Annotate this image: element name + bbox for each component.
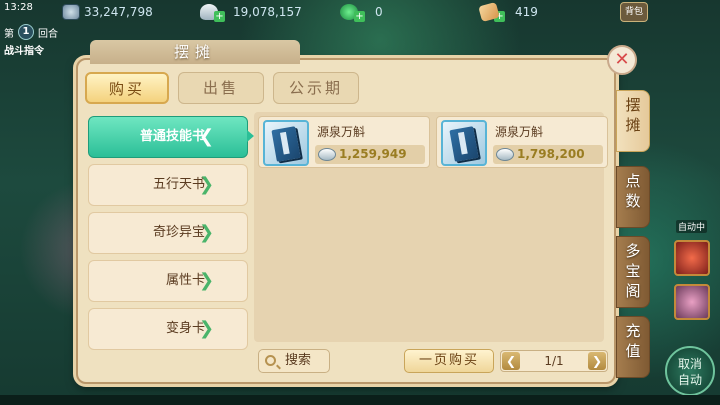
side-tab-points[interactable]: 点 数 [616,166,650,228]
bottom-bar [0,395,720,405]
search-icon [265,355,276,366]
cancel-auto-button[interactable]: 取消 自动 [665,346,715,396]
item-name: 源泉万斛 [495,125,544,139]
auto-skill-slot-2[interactable] [674,284,710,320]
cancel-auto-line1: 取消 [677,357,702,371]
item-name: 源泉万斛 [317,125,366,139]
item-card[interactable]: 源泉万斛 1,259,949 [258,116,430,168]
chevron-right-icon: ❯ [199,222,215,243]
category-rare-treasures[interactable]: 奇珍异宝 ❯ [88,212,248,254]
item-price: 1,259,949 [339,147,407,161]
silver-amount: 19,078,157 [233,5,302,19]
price-bar: 1,798,200 [493,145,603,164]
category-label: 奇珍异宝 [152,225,205,240]
chevron-right-icon: ❯ [199,270,215,291]
bag-button-label: 背包 [624,7,643,17]
jade-resource[interactable]: + 0 [340,3,383,22]
category-skill-books[interactable]: 普通技能书 ❮ [88,116,248,158]
auto-status-label: 自动中 [676,220,708,233]
cancel-auto-line2: 自动 [677,373,702,387]
prev-page-button[interactable]: ❮ [502,352,520,370]
round-suffix: 回合 [38,28,58,40]
tab-buy[interactable]: 购买 [85,72,169,104]
ticket-resource[interactable]: + 419 [478,1,538,23]
next-page-button[interactable]: ❯ [588,352,606,370]
pagination: ❮ 1/1 ❯ [500,350,608,372]
status-bar: 13:28 33,247,798 + 19,078,157 + 0 + 419 … [0,0,720,24]
bag-button[interactable]: 背包 [620,2,648,22]
item-card[interactable]: 源泉万斛 1,798,200 [436,116,608,168]
tab-sell[interactable]: 出售 [178,72,264,104]
category-label: 五行天书 [152,177,205,192]
price-bar: 1,259,949 [315,145,425,164]
chevron-right-icon: ❯ [199,318,215,339]
buy-page-button[interactable]: 一页购买 [404,349,494,373]
category-transform-cards[interactable]: 变身卡 ❯ [88,308,248,350]
close-button[interactable]: ✕ [607,45,637,75]
category-attribute-cards[interactable]: 属性卡 ❯ [88,260,248,302]
add-silver-icon[interactable]: + [214,10,225,22]
clock: 13:28 [4,2,33,13]
silver-icon [318,148,336,161]
coin-amount: 33,247,798 [84,5,153,19]
item-price: 1,798,200 [517,147,585,161]
silver-resource[interactable]: + 19,078,157 [200,3,302,22]
round-number: 1 [18,24,34,40]
chevron-left-icon: ❮ [199,126,215,147]
side-tab-stall[interactable]: 摆 摊 [616,90,650,152]
ticket-amount: 419 [515,5,538,19]
coin-icon [62,4,80,20]
add-jade-icon[interactable]: + [354,10,365,22]
side-tab-treasure-pavilion[interactable]: 多 宝 阁 [616,236,650,308]
silver-icon [496,148,514,161]
category-five-elements[interactable]: 五行天书 ❯ [88,164,248,206]
battle-command-label[interactable]: 战斗指令 [4,42,44,57]
auto-skill-slot-1[interactable] [674,240,710,276]
chevron-right-icon: ❯ [199,174,215,195]
selection-pointer-icon [247,130,254,142]
category-label: 普通技能书 [139,129,205,144]
side-tab-recharge[interactable]: 充 值 [616,316,650,378]
jade-amount: 0 [375,5,383,19]
search-label: 搜索 [285,353,312,368]
skill-book-icon [263,120,309,166]
round-indicator: 第 1 回合 [4,24,58,40]
skill-book-icon [441,120,487,166]
coin-resource: 33,247,798 [62,3,153,21]
tab-notice-period[interactable]: 公示期 [273,72,359,104]
page-indicator: 1/1 [544,354,564,368]
search-button[interactable]: 搜索 [258,349,330,373]
category-label: 属性卡 [165,273,205,288]
panel-title: 摆摊 [90,40,300,64]
round-prefix: 第 [4,28,14,40]
category-label: 变身卡 [165,321,205,336]
